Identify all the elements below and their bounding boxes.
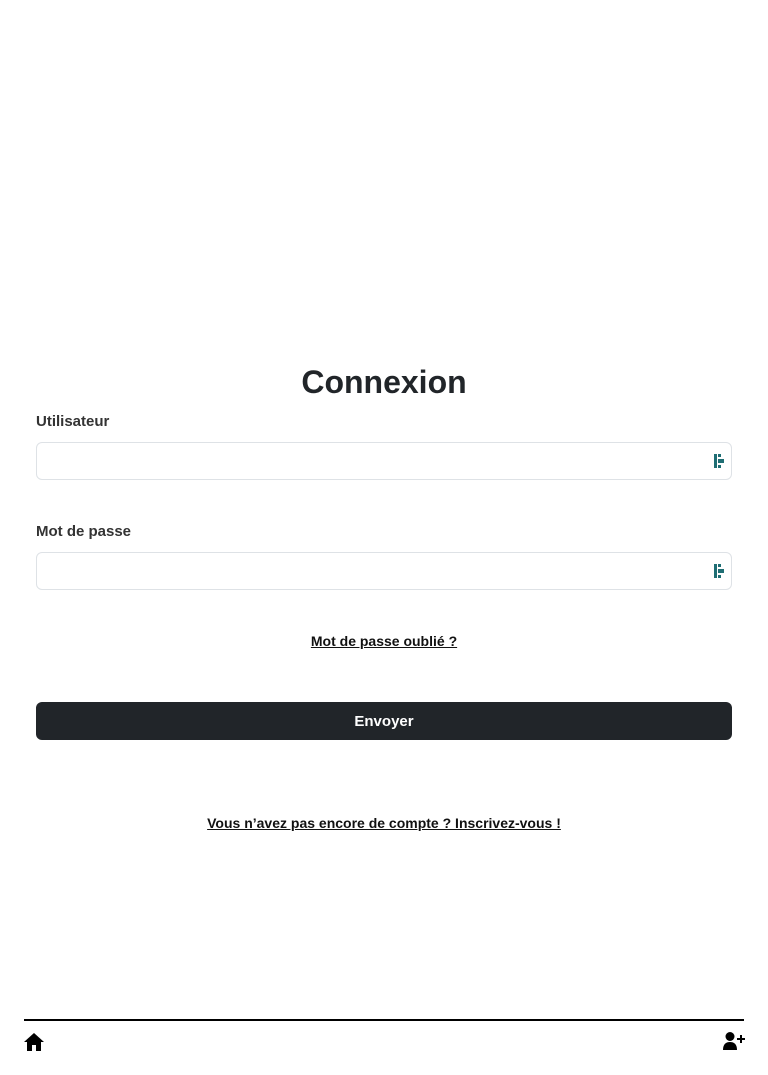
password-field[interactable]	[36, 552, 732, 590]
add-user-icon[interactable]	[723, 1032, 745, 1050]
username-input[interactable]	[47, 444, 691, 480]
signup-link[interactable]: Vous n’avez pas encore de compte ? Inscr…	[207, 815, 561, 831]
footer-divider	[24, 1019, 744, 1021]
page-title: Connexion	[301, 364, 467, 400]
home-icon[interactable]	[24, 1033, 44, 1051]
forgot-password-link[interactable]: Mot de passe oublié ?	[311, 633, 457, 649]
password-manager-icon[interactable]	[714, 454, 726, 468]
submit-button[interactable]: Envoyer	[36, 702, 732, 740]
forgot-password-row: Mot de passe oublié ?	[0, 633, 768, 649]
username-field[interactable]	[36, 442, 732, 480]
password-label: Mot de passe	[36, 523, 132, 540]
signup-row: Vous n’avez pas encore de compte ? Inscr…	[0, 815, 768, 831]
username-label: Utilisateur	[36, 413, 110, 430]
password-input[interactable]	[47, 554, 691, 590]
password-manager-icon[interactable]	[714, 564, 726, 578]
